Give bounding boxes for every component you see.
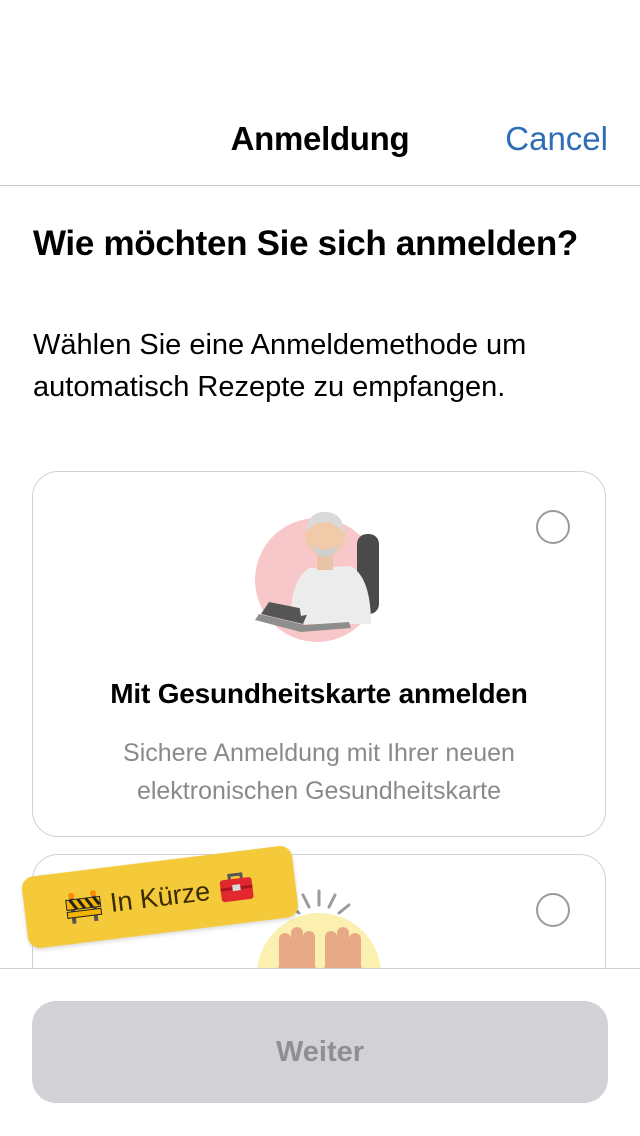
option-title: Mit Gesundheitskarte anmelden [110,678,528,709]
construction-barrier-icon [62,886,104,926]
cancel-button[interactable]: Cancel [505,120,608,158]
navigation-bar: Anmeldung Cancel [0,0,640,186]
continue-button[interactable]: Weiter [32,1001,608,1103]
option-radio-second[interactable] [536,893,570,927]
badge-label: In Kürze [108,875,212,918]
login-method-content[interactable]: Wie möchten Sie sich anmelden? Wählen Si… [0,186,640,968]
person-at-laptop-illustration [239,492,399,642]
option-radio-health-card[interactable] [536,510,570,544]
option-card-health-card[interactable]: Mit Gesundheitskarte anmelden Sichere An… [32,471,606,837]
page-subtitle: Wählen Sie eine Anmeldemethode um automa… [33,329,527,403]
page-heading: Wie möchten Sie sich anmelden? [33,224,578,263]
footer-divider [0,968,640,969]
toolbox-icon [216,868,258,906]
option-description: Sichere Anmeldung mit Ihrer neuen elektr… [123,739,515,805]
